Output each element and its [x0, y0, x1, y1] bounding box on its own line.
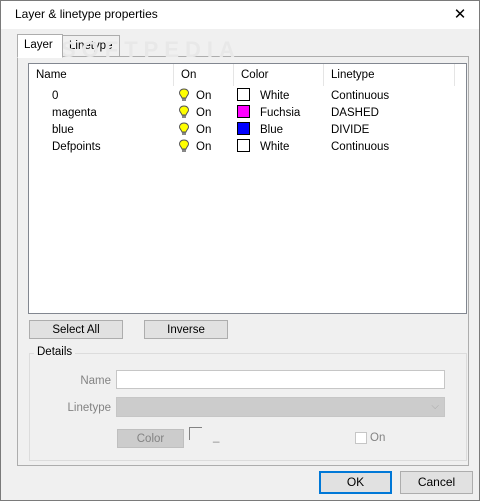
linetype-label: Linetype: [67, 402, 111, 414]
linetype-select[interactable]: ⌵: [116, 397, 445, 417]
layer-color-name: Fuchsia: [260, 107, 301, 119]
layer-color-cell[interactable]: White: [237, 88, 289, 105]
ok-button[interactable]: OK: [319, 471, 392, 494]
watermark: SOFTPEDIA: [61, 37, 241, 62]
table-row[interactable]: Defpoints On White Continuous: [29, 139, 466, 156]
column-header-color[interactable]: Color: [234, 64, 324, 86]
layer-name: magenta: [52, 107, 97, 119]
name-field[interactable]: [116, 370, 445, 389]
layer-on-state: On: [196, 141, 212, 153]
layer-name: Defpoints: [52, 141, 101, 153]
layer-on-cell[interactable]: On: [178, 105, 211, 122]
tab-layer[interactable]: Layer: [17, 34, 63, 58]
details-group-label: Details: [34, 346, 76, 358]
layer-color-name: White: [260, 90, 290, 102]
table-row[interactable]: magenta On Fuchsia DASHED: [29, 105, 466, 122]
color-swatch: [237, 122, 250, 135]
close-icon[interactable]: ✕: [445, 3, 475, 27]
layer-color-cell[interactable]: Blue: [237, 122, 283, 139]
layer-list[interactable]: Name On Color Linetype 0 On White Contin…: [28, 63, 467, 314]
layer-color-name: White: [260, 141, 290, 153]
tab-layer-label: Layer: [24, 39, 53, 51]
layer-color-cell[interactable]: Fuchsia: [237, 105, 300, 122]
color-swatch: [237, 105, 250, 118]
layer-properties-dialog: Layer & linetype properties ✕ Layer Line…: [0, 0, 480, 501]
lightbulb-icon: [178, 105, 190, 118]
cancel-button[interactable]: Cancel: [400, 471, 473, 494]
title-bar: Layer & linetype properties ✕: [1, 1, 479, 29]
table-row[interactable]: 0 On White Continuous: [29, 88, 466, 105]
layer-name: 0: [52, 90, 59, 102]
layer-on-state: On: [196, 90, 212, 102]
column-header-on[interactable]: On: [174, 64, 234, 86]
column-header-name[interactable]: Name: [29, 64, 174, 86]
color-preview-swatch: [189, 427, 202, 440]
layer-on-state: On: [196, 107, 212, 119]
lightbulb-icon: [178, 139, 190, 152]
lightbulb-icon: [178, 122, 190, 135]
table-row[interactable]: blue On Blue DIVIDE: [29, 122, 466, 139]
window-title: Layer & linetype properties: [15, 7, 158, 21]
layer-color-cell[interactable]: White: [237, 139, 289, 156]
inverse-button[interactable]: Inverse: [144, 320, 228, 339]
layer-linetype[interactable]: DASHED: [331, 105, 379, 122]
color-swatch: [237, 139, 250, 152]
layer-color-name: Blue: [260, 124, 284, 136]
layer-on-cell[interactable]: On: [178, 122, 211, 139]
list-header: Name On Color Linetype: [29, 64, 466, 86]
chevron-down-icon: ⌵: [431, 401, 439, 412]
layer-on-state: On: [196, 124, 212, 136]
layer-on-cell[interactable]: On: [178, 139, 211, 156]
column-header-linetype[interactable]: Linetype: [324, 64, 455, 86]
layer-name: blue: [52, 124, 74, 136]
layer-linetype[interactable]: DIVIDE: [331, 122, 369, 139]
lightbulb-icon: [178, 88, 190, 101]
color-value: _: [213, 431, 220, 443]
layer-on-cell[interactable]: On: [178, 88, 211, 105]
layer-linetype[interactable]: Continuous: [331, 88, 389, 105]
layer-linetype[interactable]: Continuous: [331, 139, 389, 156]
select-all-button[interactable]: Select All: [29, 320, 123, 339]
color-button[interactable]: Color: [117, 429, 184, 448]
name-label: Name: [80, 375, 111, 387]
on-checkbox[interactable]: [355, 432, 367, 444]
color-swatch: [237, 88, 250, 101]
on-checkbox-label: On: [370, 432, 386, 444]
